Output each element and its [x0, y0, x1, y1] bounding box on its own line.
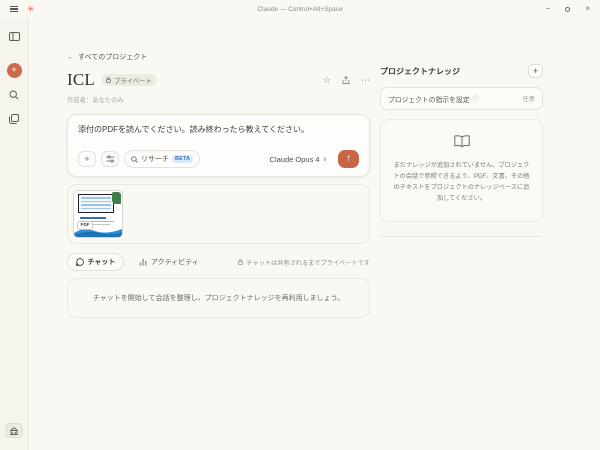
star-button[interactable]: ☆: [323, 75, 331, 85]
attach-button[interactable]: +: [78, 151, 96, 167]
breadcrumb[interactable]: ← すべてのプロジェクト: [67, 52, 147, 62]
chevron-down-icon: ∨: [322, 156, 327, 163]
book-icon: [453, 135, 470, 148]
maximize-icon: [565, 6, 571, 12]
pdf-attachment-thumbnail[interactable]: PDF: [73, 190, 123, 238]
sidebar-toggle-icon[interactable]: [8, 32, 20, 41]
back-arrow-icon: ←: [67, 53, 74, 61]
project-knowledge-panel: プロジェクトナレッジ + プロジェクトの指示を設定 ⓘ 任意 まだナレッジが追加…: [380, 64, 543, 238]
tab-activity[interactable]: アクティビティ: [130, 253, 207, 271]
pdf-preview-figure: [78, 194, 114, 213]
tools-sliders-icon: [106, 155, 114, 163]
lock-icon: [106, 77, 112, 83]
tabs-row: チャット アクティビティ チャットは共有されるまでプライベートです: [67, 253, 370, 271]
beta-badge: BETA: [172, 155, 194, 163]
tab-chats-label: チャット: [87, 259, 116, 266]
hamburger-menu-icon[interactable]: [10, 5, 18, 13]
activity-chart-icon: [140, 259, 147, 266]
claude-logo-icon: ✳: [27, 3, 35, 14]
empty-chats-box: チャットを開始して会話を整理し、プロジェクトナレッジを再利用しましょう。: [67, 278, 370, 318]
lock-icon: [238, 259, 244, 265]
project-main: ← すべてのプロジェクト ICL プライベート ☆ ⋯ 作成者：あなたのみ 添付…: [67, 52, 370, 318]
pdf-preview-green-figure: [112, 192, 121, 204]
minimize-button[interactable]: −: [546, 4, 551, 14]
send-button[interactable]: ↑: [338, 150, 359, 168]
info-icon: ⓘ: [472, 97, 479, 103]
composer-input-text[interactable]: 添付のPDFを読んでください。読み終わったら教えてください。: [78, 124, 359, 135]
set-instructions-label: プロジェクトの指示を設定: [388, 96, 470, 104]
share-icon: [342, 75, 350, 84]
breadcrumb-label: すべてのプロジェクト: [78, 54, 148, 61]
close-button[interactable]: ×: [585, 4, 590, 14]
more-options-button[interactable]: ⋯: [361, 75, 370, 85]
creator-label: 作成者：あなたのみ: [67, 97, 124, 104]
chats-privacy-note: チャットは共有されるまでプライベートです: [238, 258, 370, 267]
research-button[interactable]: リサーチ BETA: [124, 150, 201, 168]
privacy-badge-label: プライベート: [113, 77, 152, 85]
privacy-badge: プライベート: [101, 74, 157, 86]
panel-divider: [380, 236, 543, 238]
sidebar: +: [0, 18, 29, 450]
model-label: Claude Opus 4: [269, 154, 320, 164]
attachments-strip: PDF: [67, 184, 370, 244]
chat-composer[interactable]: 添付のPDFを読んでください。読み終わったら教えてください。 + リサーチ BE…: [67, 114, 370, 177]
add-knowledge-button[interactable]: +: [528, 64, 543, 78]
chat-bubble-icon: [76, 258, 84, 266]
knowledge-empty-state: まだナレッジが追加されていません。プロジェクトの会話で参照できるよう、PDF、文…: [380, 119, 543, 223]
window-title: Claude — Control+Alt+Space: [257, 5, 343, 13]
tab-activity-label: アクティビティ: [150, 259, 199, 266]
knowledge-panel-title: プロジェクトナレッジ: [380, 66, 460, 76]
page-title: ICL: [67, 70, 95, 89]
organization-button[interactable]: [5, 423, 23, 438]
titlebar: ✳ Claude — Control+Alt+Space − ×: [0, 0, 600, 18]
projects-icon[interactable]: [9, 114, 19, 124]
share-button[interactable]: [342, 75, 350, 85]
search-icon[interactable]: [9, 90, 19, 100]
research-search-icon: [131, 155, 138, 163]
tools-button[interactable]: [101, 151, 119, 167]
set-instructions-button[interactable]: プロジェクトの指示を設定 ⓘ 任意: [380, 87, 543, 110]
new-chat-button[interactable]: +: [6, 63, 22, 78]
chats-privacy-note-label: チャットは共有されるまでプライベートです: [246, 259, 370, 267]
research-label: リサーチ: [141, 156, 169, 163]
tab-chats[interactable]: チャット: [67, 253, 125, 271]
optional-label: 任意: [522, 96, 535, 103]
knowledge-empty-text: まだナレッジが追加されていません。プロジェクトの会話で参照できるよう、PDF、文…: [393, 162, 530, 202]
model-selector[interactable]: Claude Opus 4 ∨: [270, 155, 327, 164]
pdf-type-badge: PDF: [77, 221, 94, 230]
empty-chats-text: チャットを開始して会話を整理し、プロジェクトナレッジを再利用しましょう。: [92, 295, 345, 302]
maximize-button[interactable]: [565, 4, 571, 14]
